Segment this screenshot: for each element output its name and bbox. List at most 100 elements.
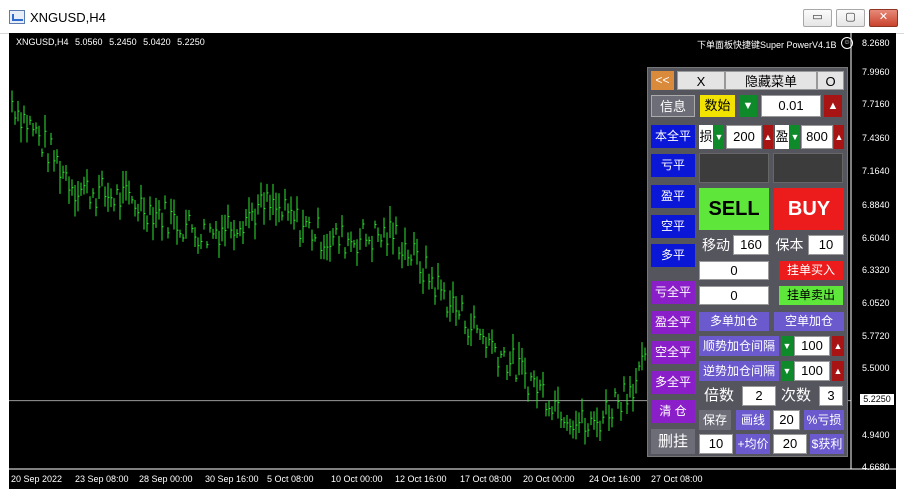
chart-symbol: XNGUSD,H4 bbox=[16, 37, 69, 47]
y-tick-label: 7.4360 bbox=[862, 133, 890, 143]
x-tick-label: 17 Oct 08:00 bbox=[460, 474, 512, 484]
pending-sell-input[interactable]: 0 bbox=[699, 286, 769, 305]
bottom-input-1[interactable]: 10 bbox=[699, 434, 733, 454]
chart-symbol-line: XNGUSD,H4 5.0560 5.2450 5.0420 5.2250 bbox=[16, 37, 209, 47]
hide-menu-button[interactable]: 隐藏菜单 bbox=[725, 71, 817, 90]
chart-low: 5.0420 bbox=[143, 37, 171, 47]
info-box-left bbox=[699, 153, 769, 183]
window-titlebar: XNGUSD,H4 ▭ ▢ ✕ bbox=[0, 0, 904, 34]
move-input[interactable]: 160 bbox=[733, 235, 769, 255]
trend-input[interactable]: 100 bbox=[794, 336, 830, 356]
move-label: 移动 bbox=[702, 237, 730, 253]
pending-buy-input[interactable]: 0 bbox=[699, 261, 769, 280]
count-label: 次数 bbox=[780, 387, 811, 404]
minimize-button[interactable]: ▭ bbox=[803, 9, 832, 27]
save-button[interactable]: 保存 bbox=[699, 410, 731, 430]
loss-close-button[interactable]: 亏平 bbox=[651, 154, 695, 177]
tp-input[interactable]: 800 bbox=[801, 125, 833, 149]
keep-label: 保本 bbox=[775, 237, 804, 253]
o-button[interactable]: O bbox=[817, 71, 844, 90]
smiley-icon: ☺ bbox=[841, 37, 853, 49]
y-tick-label: 6.0520 bbox=[862, 298, 890, 308]
average-price-button[interactable]: +均价 bbox=[736, 434, 770, 454]
close-button[interactable]: ✕ bbox=[869, 9, 898, 27]
y-tick-label: 4.6680 bbox=[862, 462, 890, 472]
pending-buy-button[interactable]: 挂单买入 bbox=[779, 261, 843, 280]
clear-position-button[interactable]: 清 仓 bbox=[651, 400, 695, 423]
short-close-button[interactable]: 空平 bbox=[651, 215, 695, 238]
y-tick-label: 5.5000 bbox=[862, 363, 890, 373]
x-tick-label: 23 Sep 08:00 bbox=[75, 474, 129, 484]
x-tick-label: 27 Oct 08:00 bbox=[651, 474, 703, 484]
y-tick-label: 8.2680 bbox=[862, 38, 890, 48]
trend-increase-icon[interactable]: ▲ bbox=[832, 336, 844, 356]
counter-decrease-icon[interactable]: ▼ bbox=[781, 361, 793, 381]
long-close-button[interactable]: 多平 bbox=[651, 244, 695, 267]
x-button[interactable]: X bbox=[677, 71, 725, 90]
sell-button[interactable]: SELL bbox=[699, 188, 769, 230]
short-add-button[interactable]: 空单加仓 bbox=[774, 312, 844, 331]
y-tick-label: 7.9960 bbox=[862, 67, 890, 77]
draw-input[interactable]: 20 bbox=[773, 410, 800, 430]
x-tick-label: 24 Oct 16:00 bbox=[589, 474, 641, 484]
buy-button[interactable]: BUY bbox=[774, 188, 844, 230]
pending-sell-button[interactable]: 挂单卖出 bbox=[779, 286, 843, 305]
delete-pending-button[interactable]: 删挂 bbox=[651, 429, 695, 454]
chart-high: 5.2450 bbox=[109, 37, 137, 47]
sl-label: 损 bbox=[699, 125, 713, 149]
long-add-button[interactable]: 多单加仓 bbox=[699, 312, 769, 331]
loss-all-close-button[interactable]: 亏全平 bbox=[651, 281, 695, 304]
profit-close-button[interactable]: 盈平 bbox=[651, 185, 695, 208]
long-all-close-button[interactable]: 多全平 bbox=[651, 371, 695, 394]
trend-decrease-icon[interactable]: ▼ bbox=[781, 336, 793, 356]
bottom-input-2[interactable]: 20 bbox=[773, 434, 807, 454]
y-tick-label: 5.7720 bbox=[862, 331, 890, 341]
chart-close: 5.2250 bbox=[177, 37, 205, 47]
profit-button[interactable]: $获利 bbox=[810, 434, 844, 454]
current-price-tag: 5.2250 bbox=[860, 394, 894, 405]
tp-decrease-icon[interactable]: ▼ bbox=[790, 125, 800, 149]
lot-input[interactable]: 0.01 bbox=[761, 95, 821, 117]
tp-increase-icon[interactable]: ▲ bbox=[834, 125, 844, 149]
counter-increase-icon[interactable]: ▲ bbox=[832, 361, 844, 381]
y-tick-label: 4.9400 bbox=[862, 430, 890, 440]
y-tick-label: 6.8840 bbox=[862, 200, 890, 210]
count-input[interactable]: 3 bbox=[819, 386, 843, 406]
chart-window-icon bbox=[9, 10, 25, 24]
maximize-button[interactable]: ▢ bbox=[836, 9, 865, 27]
loss-percent-button[interactable]: %亏损 bbox=[804, 410, 844, 430]
x-tick-label: 10 Oct 00:00 bbox=[331, 474, 383, 484]
x-tick-label: 30 Sep 16:00 bbox=[205, 474, 259, 484]
keep-input[interactable]: 10 bbox=[808, 235, 844, 255]
x-tick-label: 5 Oct 08:00 bbox=[267, 474, 314, 484]
y-tick-label: 6.3320 bbox=[862, 265, 890, 275]
y-tick-label: 7.7160 bbox=[862, 99, 890, 109]
sl-input[interactable]: 200 bbox=[726, 125, 762, 149]
trend-add-label: 顺势加仓间隔 bbox=[699, 336, 779, 356]
sl-decrease-icon[interactable]: ▼ bbox=[714, 125, 724, 149]
short-all-close-button[interactable]: 空全平 bbox=[651, 341, 695, 364]
mode-button[interactable]: 数始 bbox=[700, 95, 735, 117]
window-title: XNGUSD,H4 bbox=[30, 10, 106, 25]
profit-all-close-button[interactable]: 盈全平 bbox=[651, 311, 695, 334]
y-tick-label: 6.6040 bbox=[862, 233, 890, 243]
tp-label: 盈 bbox=[775, 125, 789, 149]
draw-line-button[interactable]: 画线 bbox=[736, 410, 770, 430]
all-close-button[interactable]: 本全平 bbox=[651, 125, 695, 148]
x-tick-label: 20 Sep 2022 bbox=[11, 474, 63, 484]
order-panel: << X 隐藏菜单 O 信息 本全平亏平盈平空平多平亏全平盈全平空全平多全平清 … bbox=[647, 67, 848, 457]
counter-add-label: 逆势加仓间隔 bbox=[699, 361, 779, 381]
multiple-input[interactable]: 2 bbox=[742, 386, 776, 406]
y-tick-label: 7.1640 bbox=[862, 166, 890, 176]
lot-decrease-icon[interactable]: ▼ bbox=[739, 95, 757, 117]
x-tick-label: 20 Oct 00:00 bbox=[523, 474, 575, 484]
sl-increase-icon[interactable]: ▲ bbox=[763, 125, 773, 149]
info-box-right bbox=[773, 153, 843, 183]
collapse-button[interactable]: << bbox=[651, 71, 674, 90]
lot-increase-icon[interactable]: ▲ bbox=[824, 95, 842, 117]
info-button[interactable]: 信息 bbox=[651, 95, 695, 117]
multiple-label: 倍数 bbox=[703, 387, 734, 404]
panel-brand: 下单面板快捷键Super PowerV4.1B bbox=[697, 40, 837, 50]
x-tick-label: 28 Sep 00:00 bbox=[139, 474, 193, 484]
counter-input[interactable]: 100 bbox=[794, 361, 830, 381]
